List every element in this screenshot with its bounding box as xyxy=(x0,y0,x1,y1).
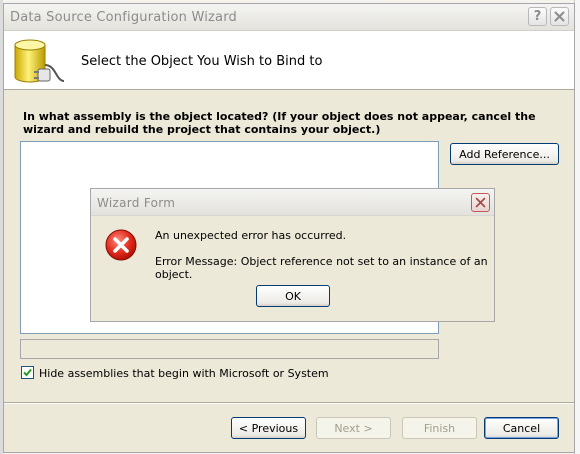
next-button[interactable]: Next > xyxy=(316,417,391,439)
page-title: Select the Object You Wish to Bind to xyxy=(81,54,323,69)
ok-button[interactable]: OK xyxy=(256,285,330,307)
add-reference-button[interactable]: Add Reference... xyxy=(450,143,559,165)
assembly-question-label: In what assembly is the object located? … xyxy=(23,110,536,136)
error-summary-text: An unexpected error has occurred. xyxy=(155,229,347,242)
close-button[interactable] xyxy=(550,7,569,26)
footer-separator xyxy=(4,402,574,404)
hide-assemblies-checkbox[interactable] xyxy=(21,366,34,379)
description-box xyxy=(20,339,439,359)
cancel-button[interactable]: Cancel xyxy=(484,417,559,439)
previous-button[interactable]: < Previous xyxy=(231,417,306,439)
error-dialog-title-bar[interactable]: Wizard Form xyxy=(91,189,494,216)
checkmark-icon xyxy=(23,368,32,377)
error-dialog: Wizard Form An unexpected error has occu… xyxy=(90,188,495,322)
error-detail-text: Error Message: Object reference not set … xyxy=(155,255,488,281)
help-icon: ? xyxy=(533,9,542,24)
help-button[interactable]: ? xyxy=(528,7,547,26)
wizard-header: Select the Object You Wish to Bind to xyxy=(4,31,574,90)
close-icon xyxy=(475,197,486,208)
hide-assemblies-label[interactable]: Hide assemblies that begin with Microsof… xyxy=(39,367,329,380)
database-connect-icon xyxy=(14,39,65,83)
window-title: Data Source Configuration Wizard xyxy=(10,10,237,25)
error-icon xyxy=(105,229,137,261)
title-bar[interactable]: Data Source Configuration Wizard ? xyxy=(4,4,574,31)
close-icon xyxy=(554,11,565,22)
error-dialog-title: Wizard Form xyxy=(97,196,176,210)
error-dialog-close-button[interactable] xyxy=(471,193,490,212)
finish-button[interactable]: Finish xyxy=(402,417,477,439)
